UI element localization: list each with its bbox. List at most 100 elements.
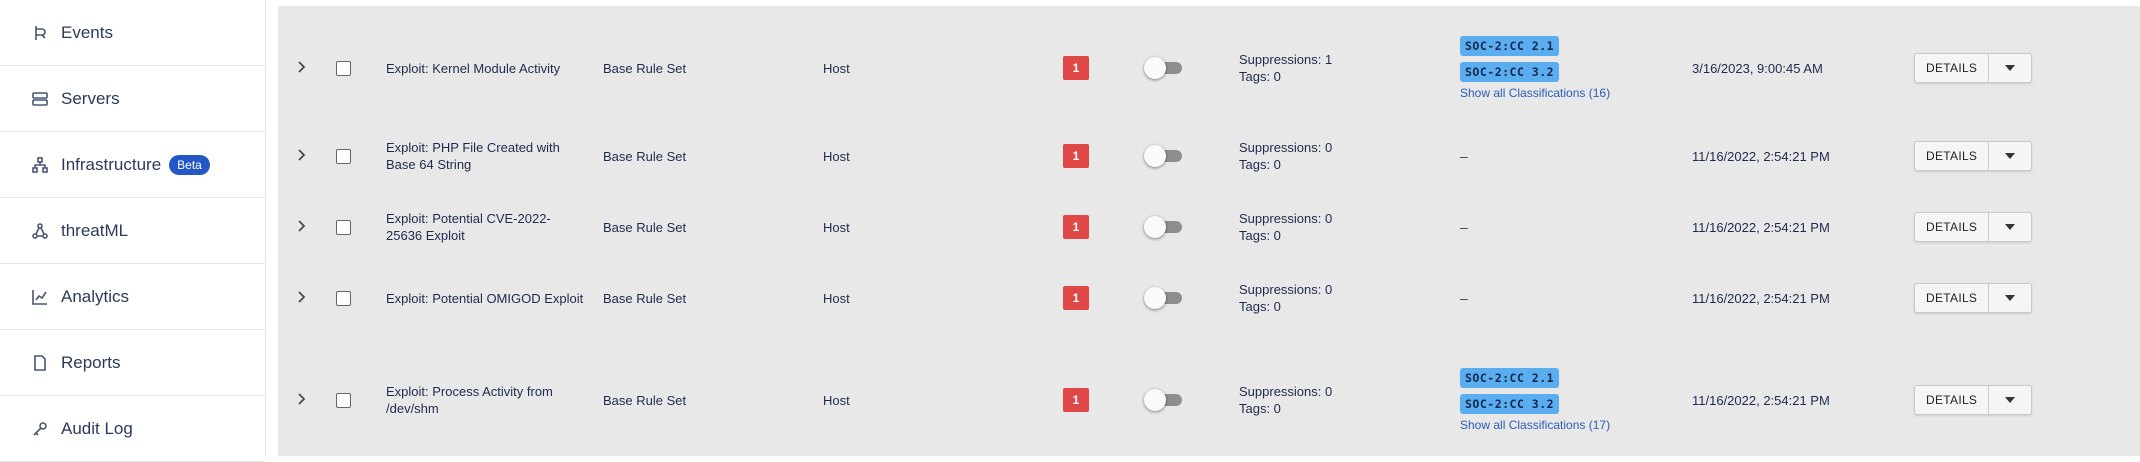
row-checkbox[interactable] — [336, 352, 351, 448]
classification-chip: SOC-2:CC 3.2 — [1460, 394, 1560, 414]
rule-set: Base Rule Set — [603, 148, 687, 164]
chevron-right-icon — [297, 219, 307, 235]
details-button-group: DETAILS — [1914, 141, 2033, 171]
sidebar-item-label: Servers — [61, 88, 120, 108]
analytics-icon — [31, 288, 49, 306]
details-button[interactable]: DETAILS — [1915, 54, 1990, 82]
severity-badge: 1 — [1063, 286, 1089, 310]
rule-date: 11/16/2022, 2:54:21 PM — [1692, 148, 1830, 164]
suppressions-count: Suppressions: 0 — [1239, 140, 1333, 155]
rule-type: Host — [823, 60, 850, 76]
rule-type: Host — [823, 290, 850, 306]
sidebar-item-label: Infrastructure — [61, 154, 162, 174]
sidebar-item-reports[interactable]: Reports — [0, 330, 265, 396]
tags-count: Tags: 0 — [1239, 157, 1281, 172]
classification-chip: SOC-2:CC 3.2 — [1460, 62, 1560, 82]
expand-row-button[interactable] — [294, 22, 310, 114]
rule-toggle[interactable] — [1144, 389, 1182, 411]
row-checkbox[interactable] — [336, 195, 351, 259]
rule-set: Base Rule Set — [603, 219, 687, 235]
expand-row-button[interactable] — [294, 195, 310, 259]
sidebar-item-events[interactable]: Events — [0, 0, 265, 66]
details-dropdown-button[interactable] — [1989, 284, 2031, 312]
servers-icon — [31, 90, 49, 108]
details-button-group: DETAILS — [1914, 53, 2033, 83]
sidebar-item-servers[interactable]: Servers — [0, 66, 265, 132]
suppressions-count: Suppressions: 0 — [1239, 211, 1333, 226]
rule-toggle[interactable] — [1144, 287, 1182, 309]
expand-row-button[interactable] — [294, 352, 310, 448]
chevron-right-icon — [297, 60, 307, 76]
chevron-right-icon — [297, 290, 307, 306]
sidebar-item-threatml[interactable]: threatML — [0, 198, 265, 264]
events-icon — [31, 24, 49, 42]
rule-date: 11/16/2022, 2:54:21 PM — [1692, 290, 1830, 306]
caret-down-icon — [2005, 295, 2016, 301]
rule-date: 11/16/2022, 2:54:21 PM — [1692, 392, 1830, 408]
rule-name: Exploit: Kernel Module Activity — [386, 60, 561, 76]
details-button[interactable]: DETAILS — [1915, 142, 1990, 170]
rule-type: Host — [823, 219, 850, 235]
details-button-group: DETAILS — [1914, 283, 2033, 313]
rule-name: Exploit: Potential OMIGOD Exploit — [386, 290, 584, 306]
rule-name: Exploit: Process Activity from /dev/shm — [386, 384, 553, 416]
table-row: Exploit: PHP File Created with Base 64 S… — [278, 124, 2140, 188]
classification-chip: SOC-2:CC 2.1 — [1460, 368, 1560, 388]
row-checkbox[interactable] — [336, 266, 351, 330]
rule-toggle[interactable] — [1144, 145, 1182, 167]
tags-count: Tags: 0 — [1239, 401, 1281, 416]
show-all-classifications-link[interactable]: Show all Classifications (16) — [1460, 86, 1610, 100]
rules-table: Exploit: Kernel Module Activity Base Rul… — [278, 6, 2140, 456]
tags-count: Tags: 0 — [1239, 69, 1281, 84]
row-checkbox[interactable] — [336, 124, 351, 188]
sidebar-item-label: Audit Log — [61, 418, 133, 438]
details-dropdown-button[interactable] — [1989, 54, 2031, 82]
rule-type: Host — [823, 148, 850, 164]
details-button-group: DETAILS — [1914, 385, 2033, 415]
no-classifications: – — [1460, 148, 1468, 164]
audit-log-icon — [31, 420, 49, 438]
severity-badge: 1 — [1063, 388, 1089, 412]
details-button[interactable]: DETAILS — [1915, 213, 1990, 241]
show-all-classifications-link[interactable]: Show all Classifications (17) — [1460, 418, 1610, 432]
chevron-right-icon — [297, 148, 307, 164]
severity-badge: 1 — [1063, 144, 1089, 168]
rule-set: Base Rule Set — [603, 60, 687, 76]
details-dropdown-button[interactable] — [1989, 386, 2031, 414]
sidebar-item-audit-log[interactable]: Audit Log — [0, 396, 265, 462]
rule-toggle[interactable] — [1144, 57, 1182, 79]
reports-icon — [31, 354, 49, 372]
expand-row-button[interactable] — [294, 124, 310, 188]
expand-row-button[interactable] — [294, 266, 310, 330]
suppressions-count: Suppressions: 0 — [1239, 384, 1333, 399]
table-row: Exploit: Kernel Module Activity Base Rul… — [278, 22, 2140, 114]
details-button[interactable]: DETAILS — [1915, 284, 1990, 312]
severity-badge: 1 — [1063, 215, 1089, 239]
row-checkbox[interactable] — [336, 22, 351, 114]
rule-date: 11/16/2022, 2:54:21 PM — [1692, 219, 1830, 235]
suppressions-count: Suppressions: 1 — [1239, 52, 1333, 67]
beta-badge: Beta — [169, 154, 210, 175]
details-button[interactable]: DETAILS — [1915, 386, 1990, 414]
sidebar-item-infrastructure[interactable]: Infrastructure Beta — [0, 132, 265, 198]
caret-down-icon — [2005, 224, 2016, 230]
sidebar-item-label: Reports — [61, 352, 121, 372]
sidebar-item-analytics[interactable]: Analytics — [0, 264, 265, 330]
sidebar: Events Servers Infrastructure Beta threa… — [0, 0, 266, 462]
details-dropdown-button[interactable] — [1989, 213, 2031, 241]
table-row: Exploit: Potential OMIGOD Exploit Base R… — [278, 266, 2140, 330]
caret-down-icon — [2005, 65, 2016, 71]
rule-toggle[interactable] — [1144, 216, 1182, 238]
rule-date: 3/16/2023, 9:00:45 AM — [1692, 60, 1823, 76]
no-classifications: – — [1460, 219, 1468, 235]
severity-badge: 1 — [1063, 56, 1089, 80]
rule-type: Host — [823, 392, 850, 408]
rule-set: Base Rule Set — [603, 290, 687, 306]
table-row: Exploit: Process Activity from /dev/shm … — [278, 352, 2140, 448]
classification-chip: SOC-2:CC 2.1 — [1460, 36, 1560, 56]
details-dropdown-button[interactable] — [1989, 142, 2031, 170]
tags-count: Tags: 0 — [1239, 299, 1281, 314]
caret-down-icon — [2005, 153, 2016, 159]
rule-name: Exploit: PHP File Created with Base 64 S… — [386, 140, 560, 172]
rule-set: Base Rule Set — [603, 392, 687, 408]
